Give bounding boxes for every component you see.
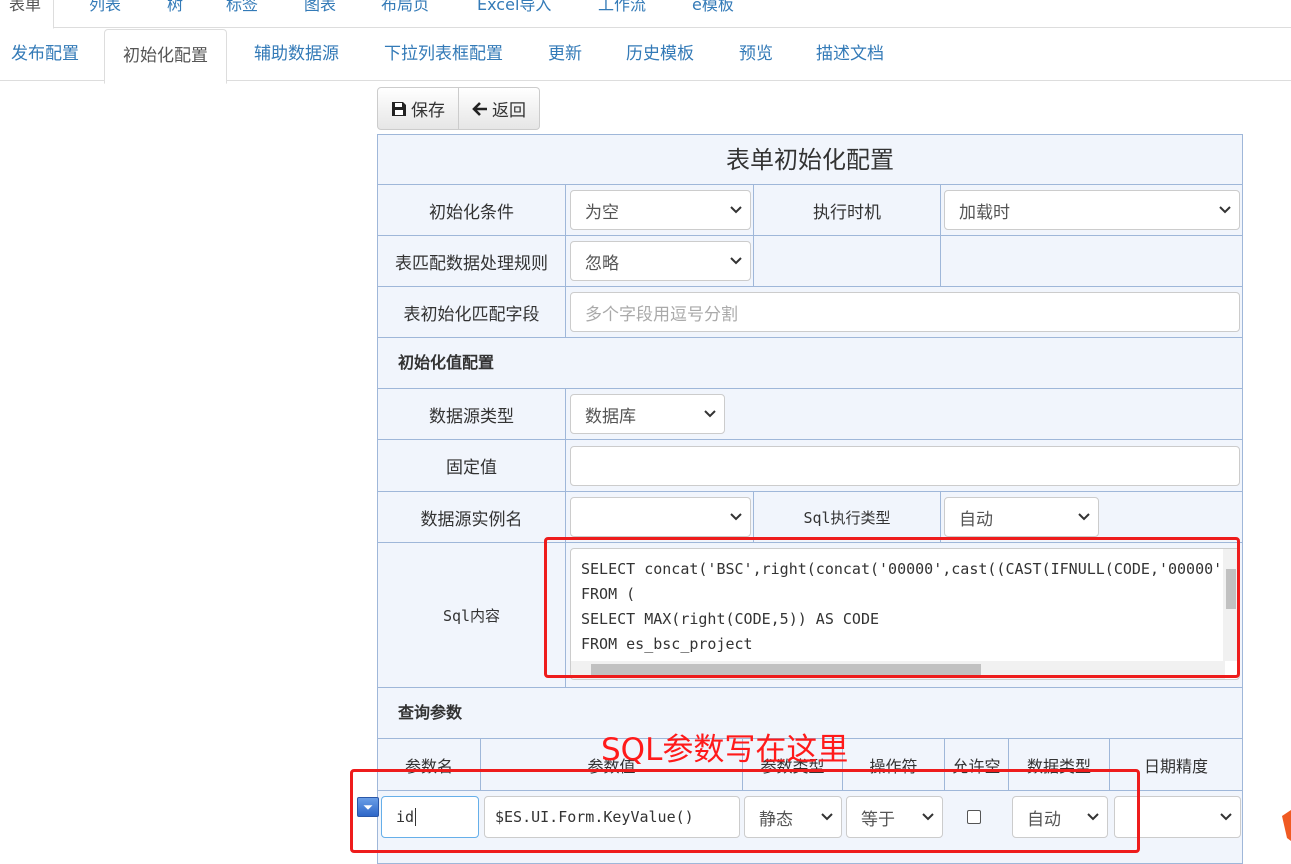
annotation-text: SQL参数写在这里 <box>601 732 849 768</box>
tab-publish-config[interactable]: 发布配置 <box>11 28 79 81</box>
top-tab-excel-import[interactable]: Excel导入 <box>473 0 555 28</box>
form-title: 表单初始化配置 <box>378 135 1242 185</box>
match-rule-label: 表匹配数据处理规则 <box>378 236 566 286</box>
toolbar: 保存 返回 <box>377 87 540 130</box>
row-init-condition: 初始化条件 为空 执行时机 加载时 <box>378 185 1242 236</box>
sql-exec-type-value: 自动 <box>959 509 993 530</box>
brand-logo-icon <box>1282 810 1291 841</box>
chevron-down-icon <box>1220 813 1232 821</box>
match-fields-label: 表初始化匹配字段 <box>378 287 566 337</box>
top-nav: 表单 列表 树 标签 图表 布局页 Excel导入 工作流 e模板 <box>0 0 1291 29</box>
top-tab-tag[interactable]: 标签 <box>222 0 262 28</box>
row-datasource-type: 数据源类型 数据库 <box>378 389 1242 440</box>
row-fixed-value: 固定值 <box>378 440 1242 492</box>
top-tab-list[interactable]: 列表 <box>85 0 125 28</box>
fixed-value-input[interactable] <box>570 446 1240 486</box>
chevron-down-icon <box>704 410 716 418</box>
fixed-value-label: 固定值 <box>378 440 566 491</box>
row-datasource-instance: 数据源实例名 Sql执行类型 自动 <box>378 492 1242 543</box>
tab-dropdown-config[interactable]: 下拉列表框配置 <box>384 28 503 81</box>
save-button-label: 保存 <box>411 101 445 121</box>
tab-description-doc[interactable]: 描述文档 <box>816 28 884 81</box>
datasource-instance-label: 数据源实例名 <box>378 492 566 542</box>
match-fields-input[interactable]: 多个字段用逗号分割 <box>570 292 1240 332</box>
row-match-rule: 表匹配数据处理规则 忽略 <box>378 236 1242 287</box>
param-highlight-box <box>350 769 1140 853</box>
tab-init-config[interactable]: 初始化配置 <box>104 29 227 84</box>
floppy-disk-icon <box>392 101 406 116</box>
match-rule-value: 忽略 <box>585 253 619 274</box>
datasource-instance-select[interactable] <box>570 497 751 537</box>
sub-nav: 发布配置 初始化配置 辅助数据源 下拉列表框配置 更新 历史模板 预览 描述文档 <box>0 28 1291 84</box>
datasource-type-select[interactable]: 数据库 <box>570 394 725 434</box>
tab-update[interactable]: 更新 <box>548 28 582 81</box>
chevron-down-icon <box>730 257 742 265</box>
chevron-down-icon <box>1078 513 1090 521</box>
back-button-label: 返回 <box>492 101 526 121</box>
top-tab-layout[interactable]: 布局页 <box>377 0 433 28</box>
sql-exec-type-label: Sql执行类型 <box>754 492 941 542</box>
init-value-section-title: 初始化值配置 <box>378 338 1242 389</box>
tab-history-template[interactable]: 历史模板 <box>626 28 694 81</box>
top-tab-form[interactable]: 表单 <box>0 0 55 29</box>
sql-content-label: Sql内容 <box>378 543 566 687</box>
tab-preview[interactable]: 预览 <box>739 28 773 81</box>
top-tab-tree[interactable]: 树 <box>163 0 187 28</box>
exec-timing-value: 加载时 <box>959 202 1010 223</box>
sql-content-label-text: Sql内容 <box>442 606 501 625</box>
row-match-fields: 表初始化匹配字段 多个字段用逗号分割 <box>378 287 1242 338</box>
sql-exec-type-label-text: Sql执行类型 <box>803 508 891 527</box>
chevron-down-icon <box>730 513 742 521</box>
tab-aux-datasource[interactable]: 辅助数据源 <box>254 28 339 81</box>
back-button[interactable]: 返回 <box>459 87 540 130</box>
top-tab-workflow[interactable]: 工作流 <box>594 0 650 28</box>
arrow-left-icon <box>472 101 487 116</box>
init-condition-label: 初始化条件 <box>378 185 566 235</box>
match-fields-placeholder: 多个字段用逗号分割 <box>585 304 738 325</box>
datasource-type-value: 数据库 <box>585 406 636 427</box>
exec-timing-label: 执行时机 <box>754 185 941 235</box>
sql-exec-type-select[interactable]: 自动 <box>944 497 1099 537</box>
save-button[interactable]: 保存 <box>377 87 459 130</box>
sql-highlight-box <box>544 537 1240 678</box>
match-rule-select[interactable]: 忽略 <box>570 241 751 281</box>
top-tab-etemplate[interactable]: e模板 <box>688 0 738 28</box>
top-tab-chart[interactable]: 图表 <box>300 0 340 28</box>
chevron-down-icon <box>1219 206 1231 214</box>
datasource-type-label: 数据源类型 <box>378 389 566 439</box>
exec-timing-select[interactable]: 加载时 <box>944 190 1240 230</box>
